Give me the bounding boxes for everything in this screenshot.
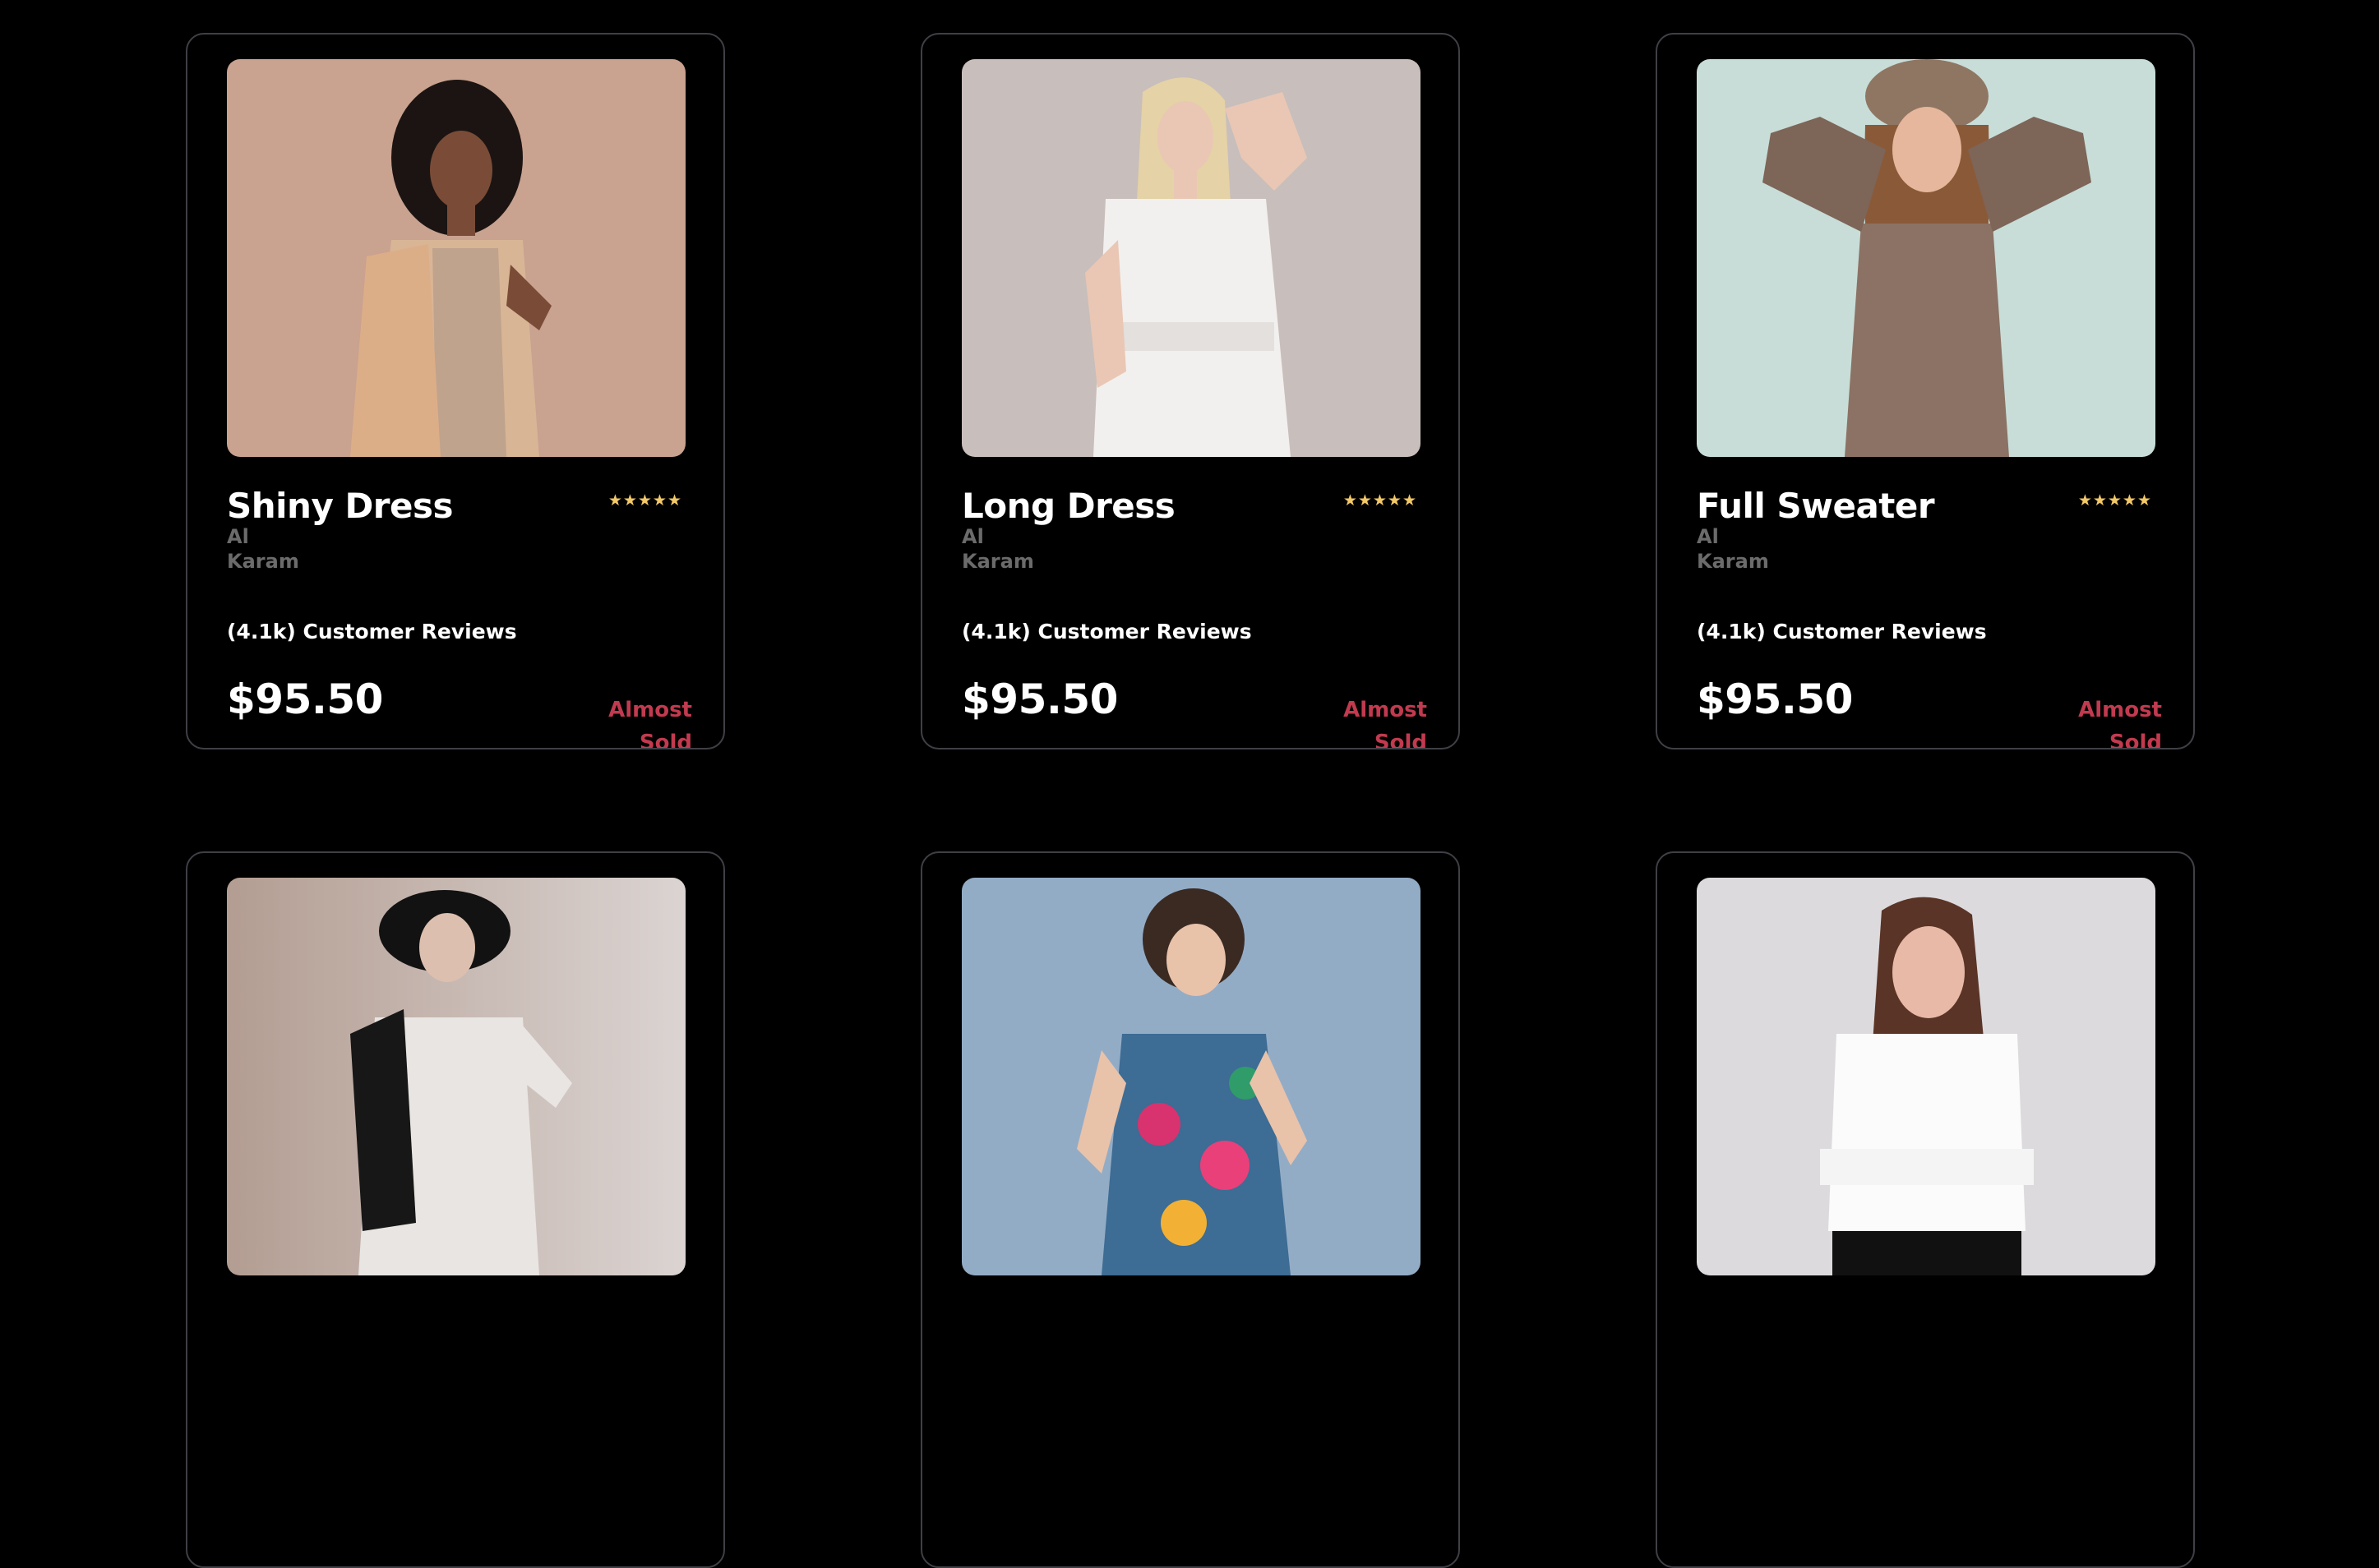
product-brand: Al Karam [227,525,299,573]
product-brand: Al Karam [962,525,1034,573]
woman-in-hat-and-leather-jacket-photo[interactable] [227,878,686,1275]
product-card[interactable]: Al Karam Full Sweater ★★★★★ (4.1k) Custo… [1656,33,2195,749]
product-card[interactable] [921,851,1460,1568]
product-card[interactable] [186,851,725,1568]
product-card[interactable]: Al Karam Long Dress ★★★★★ (4.1k) Custome… [921,33,1460,749]
product-price: $95.50 [227,676,383,723]
product-name[interactable]: Full Sweater [1697,482,1943,531]
product-brand: Al Karam [1697,525,1769,573]
product-card[interactable]: Al Karam Shiny Dress ★★★★★ (4.1k) Custom… [186,33,725,749]
product-price: $95.50 [1697,676,1853,723]
stock-status: Almost Sold Out [608,698,692,749]
stock-status: Almost Sold Out [2078,698,2162,749]
review-count[interactable]: (4.1k) Customer Reviews [1697,620,1987,643]
woman-in-white-sweater-photo[interactable] [1697,878,2155,1275]
stock-status: Almost Sold Out [1343,698,1427,749]
woman-in-floral-dress-photo[interactable] [962,878,1420,1275]
product-grid: Al Karam Shiny Dress ★★★★★ (4.1k) Custom… [0,0,2379,1568]
rating-stars: ★★★★★ [1342,491,1417,510]
rating-stars: ★★★★★ [2077,491,2152,510]
review-count[interactable]: (4.1k) Customer Reviews [962,620,1252,643]
product-photo[interactable] [962,59,1420,457]
product-photo[interactable] [1697,59,2155,457]
product-photo[interactable] [227,59,686,457]
product-card[interactable] [1656,851,2195,1568]
product-name[interactable]: Long Dress [962,482,1208,531]
review-count[interactable]: (4.1k) Customer Reviews [227,620,517,643]
product-price: $95.50 [962,676,1118,723]
rating-stars: ★★★★★ [607,491,682,510]
product-name[interactable]: Shiny Dress [227,482,473,531]
